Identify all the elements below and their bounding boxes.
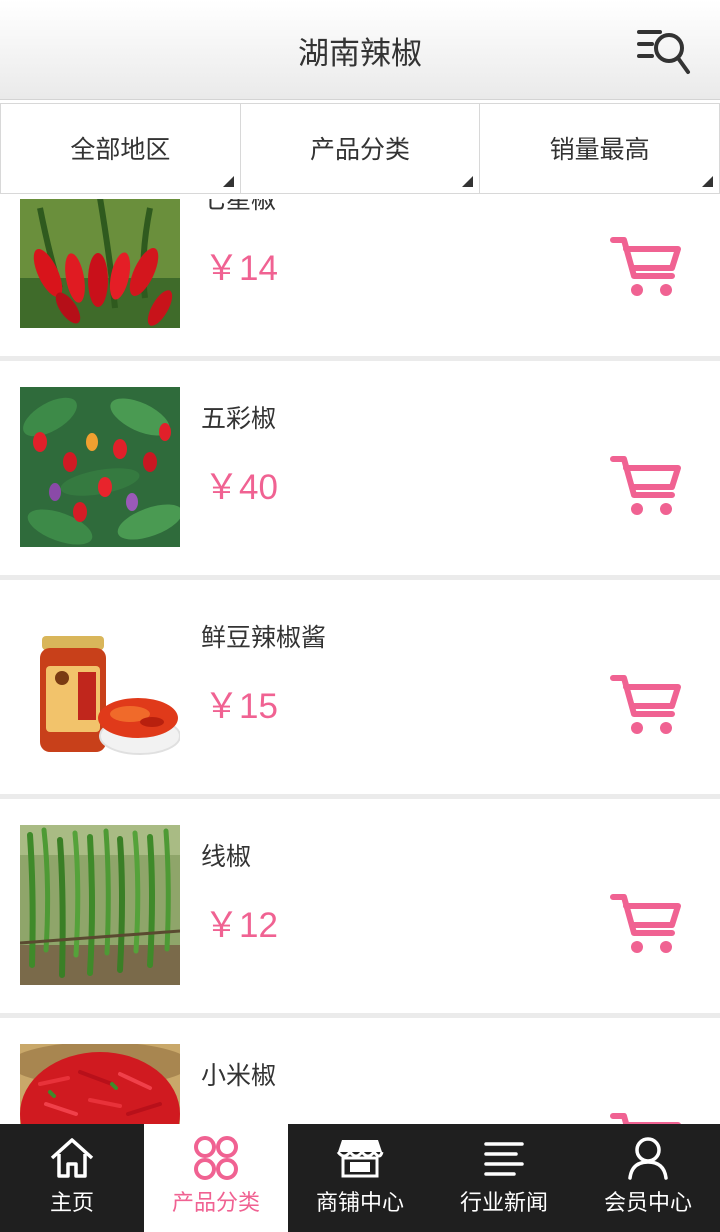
bottom-tab-bar: 主页 产品分类 商铺中心 行业新闻 会员中心: [0, 1124, 720, 1232]
product-name[interactable]: 小米椒: [201, 1056, 276, 1092]
product-item[interactable]: 鲜豆辣椒酱 ￥15: [0, 580, 720, 794]
product-name[interactable]: 七星椒: [201, 199, 276, 216]
dropdown-corner-icon: [222, 176, 234, 187]
filter-sort-label: 销量最高: [549, 135, 650, 164]
product-item[interactable]: 小米椒: [0, 1018, 720, 1124]
product-price: ￥12: [204, 906, 278, 945]
tab-member-label: 会员中心: [603, 1191, 692, 1216]
tab-news[interactable]: 行业新闻: [432, 1124, 576, 1232]
product-image-colorful-pepper-plant[interactable]: [20, 387, 180, 547]
product-item[interactable]: 线椒 ￥12: [0, 799, 720, 1013]
product-image-red-chili-plant[interactable]: [20, 199, 180, 328]
tab-store[interactable]: 商铺中心: [288, 1124, 432, 1232]
cart-icon[interactable]: [610, 891, 682, 955]
cart-icon[interactable]: [610, 672, 682, 736]
product-name[interactable]: 鲜豆辣椒酱: [201, 618, 326, 654]
product-item[interactable]: 七星椒 ￥14: [0, 199, 720, 356]
product-image-green-long-peppers[interactable]: [20, 825, 180, 985]
user-icon: [628, 1137, 668, 1180]
product-price: ￥15: [204, 687, 278, 726]
tab-category-label: 产品分类: [171, 1191, 260, 1216]
filter-region[interactable]: 全部地区: [0, 103, 241, 194]
product-image-red-millet-peppers-basket[interactable]: [20, 1044, 180, 1124]
tab-home[interactable]: 主页: [0, 1124, 144, 1232]
dropdown-corner-icon: [462, 176, 474, 187]
filter-category-label: 产品分类: [310, 135, 411, 164]
filter-category[interactable]: 产品分类: [240, 103, 481, 194]
page-title: 湖南辣椒: [298, 36, 422, 72]
tab-category[interactable]: 产品分类: [144, 1124, 288, 1232]
cart-icon[interactable]: [610, 1110, 682, 1124]
store-icon: [336, 1140, 384, 1178]
search-list-icon[interactable]: [636, 26, 692, 78]
product-price: ￥14: [204, 249, 278, 288]
filter-sort[interactable]: 销量最高: [480, 103, 720, 194]
filter-bar: 全部地区 产品分类 销量最高: [0, 103, 720, 194]
product-item[interactable]: 五彩椒 ￥40: [0, 361, 720, 575]
tab-store-label: 商铺中心: [315, 1191, 404, 1216]
filter-region-label: 全部地区: [70, 135, 171, 164]
dropdown-corner-icon: [702, 176, 714, 187]
product-image-chili-sauce-jar[interactable]: [20, 606, 180, 766]
product-name[interactable]: 线椒: [201, 837, 251, 873]
product-price: ￥40: [204, 468, 278, 507]
tab-news-label: 行业新闻: [459, 1191, 548, 1216]
cart-icon[interactable]: [610, 453, 682, 517]
category-icon: [194, 1136, 238, 1180]
product-name[interactable]: 五彩椒: [201, 399, 276, 435]
cart-icon[interactable]: [610, 234, 682, 298]
news-icon: [484, 1142, 524, 1176]
product-list[interactable]: 七星椒 ￥14 五彩椒 ￥40 鲜豆辣椒酱 ￥15 线椒 ￥12 小米椒: [0, 199, 720, 1124]
header-bar: 湖南辣椒: [0, 0, 720, 100]
tab-home-label: 主页: [49, 1191, 94, 1216]
home-icon: [50, 1138, 94, 1178]
tab-member[interactable]: 会员中心: [576, 1124, 720, 1232]
